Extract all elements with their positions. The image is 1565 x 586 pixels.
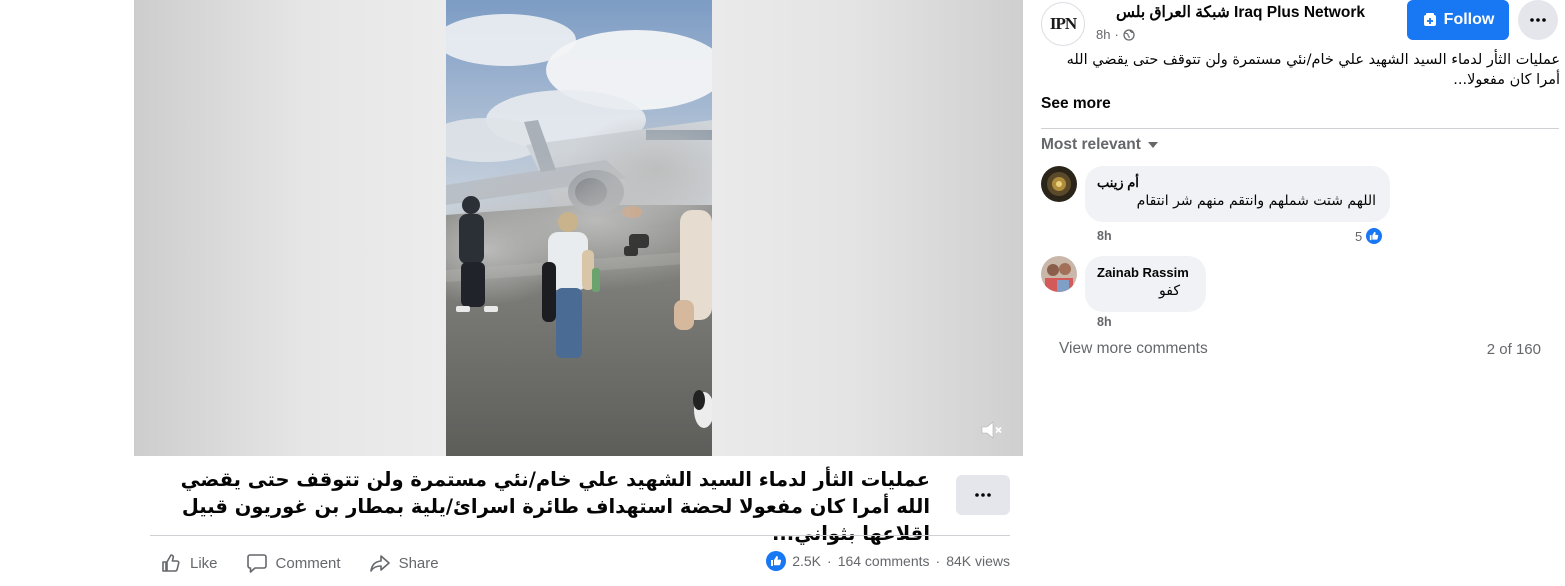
- comment-text: كفو: [1159, 283, 1180, 299]
- comment-button[interactable]: Comment: [246, 552, 341, 574]
- comment-reaction-count: 5: [1355, 228, 1363, 244]
- comment-author[interactable]: أم زينب: [1097, 174, 1378, 191]
- facebook-video-post-viewer: عمليات الثأر لدماء السيد الشهيد علي خام/…: [0, 0, 1565, 586]
- video-scene-image: [446, 0, 712, 456]
- post-action-bar: Like Comment Share: [150, 548, 467, 578]
- stats-separator: ·: [827, 553, 832, 569]
- comment-item: Zainab Rassim كفو 8h: [1041, 256, 1561, 332]
- follow-button[interactable]: Follow: [1407, 0, 1509, 40]
- view-more-comments-link[interactable]: View more comments: [1059, 340, 1208, 358]
- post-stats: 2.5K · 164 comments · 84K views: [766, 551, 1010, 571]
- comment-count[interactable]: 164 comments: [838, 553, 930, 569]
- post-options-button[interactable]: [956, 475, 1010, 515]
- page-options-button[interactable]: [1518, 0, 1558, 40]
- share-arrow-icon: [369, 555, 390, 572]
- thumbs-up-small-icon: [1370, 231, 1379, 241]
- reaction-count[interactable]: 2.5K: [792, 553, 821, 569]
- comment-count-indicator: 2 of 160: [1486, 341, 1541, 358]
- avatar-image: [1041, 256, 1077, 292]
- mute-toggle-button[interactable]: [979, 418, 1005, 442]
- thumbs-up-small-icon: [771, 556, 782, 566]
- comment-bubble: أم زينب اللهم شتت شملهم وانتقم منهم شر ا…: [1085, 166, 1390, 222]
- divider: [1041, 128, 1559, 129]
- more-horizontal-icon: [975, 493, 991, 497]
- share-button[interactable]: Share: [369, 552, 439, 574]
- video-player[interactable]: [134, 0, 1023, 456]
- comment-item: أم زينب اللهم شتت شملهم وانتقم منهم شر ا…: [1041, 166, 1561, 246]
- avatar-image: [1041, 166, 1077, 202]
- share-label: Share: [398, 554, 439, 572]
- like-reaction-icon[interactable]: [766, 551, 787, 571]
- stats-separator: ·: [935, 553, 941, 569]
- meta-dot: ·: [1114, 27, 1119, 42]
- commenter-avatar[interactable]: [1041, 166, 1077, 202]
- speaker-muted-icon: [981, 421, 1002, 439]
- comment-icon: [246, 554, 267, 573]
- view-count: 84K views: [946, 553, 1010, 569]
- video-blur-left: [134, 0, 446, 456]
- comment-reactions[interactable]: 5: [1355, 226, 1385, 246]
- see-more-link[interactable]: See more: [1041, 95, 1111, 113]
- comment-sort-dropdown[interactable]: Most relevant: [1041, 136, 1159, 154]
- avatar-logo-text: IPN: [1049, 14, 1077, 33]
- sort-label: Most relevant: [1041, 136, 1141, 153]
- like-label: Like: [190, 554, 218, 572]
- divider: [150, 535, 1010, 536]
- comment-time[interactable]: 8h: [1097, 229, 1112, 243]
- post-sidebar: IPN شبكة العراق بلس Iraq Plus Network 8h…: [1030, 0, 1565, 586]
- comment-bubble: Zainab Rassim كفو: [1085, 256, 1206, 312]
- comment-label: Comment: [275, 554, 341, 572]
- comment-time[interactable]: 8h: [1097, 315, 1112, 329]
- video-blur-right: [712, 0, 1023, 456]
- video-pane: عمليات الثأر لدماء السيد الشهيد علي خام/…: [0, 0, 1030, 586]
- video-frame[interactable]: [446, 0, 712, 456]
- comment-author[interactable]: Zainab Rassim: [1097, 264, 1194, 281]
- globe-icon: [1123, 28, 1135, 41]
- follow-page-icon: [1423, 13, 1436, 26]
- follow-label: Follow: [1443, 11, 1495, 28]
- like-reaction-icon: [1364, 226, 1385, 246]
- page-name-link[interactable]: شبكة العراق بلس Iraq Plus Network: [1116, 3, 1365, 22]
- post-time[interactable]: 8h: [1096, 27, 1110, 42]
- commenter-avatar[interactable]: [1041, 256, 1077, 292]
- thumbs-up-icon: [162, 554, 180, 572]
- comment-text: اللهم شتت شملهم وانتقم منهم شر انتقام: [1136, 193, 1376, 209]
- post-text-preview: عمليات الثأر لدماء السيد الشهيد علي خام/…: [1066, 52, 1560, 88]
- post-meta: 8h ·: [1096, 27, 1135, 42]
- more-horizontal-icon: [1530, 18, 1546, 22]
- caret-down-icon: [1147, 142, 1158, 148]
- like-button[interactable]: Like: [160, 552, 218, 574]
- page-avatar[interactable]: IPN: [1041, 2, 1085, 46]
